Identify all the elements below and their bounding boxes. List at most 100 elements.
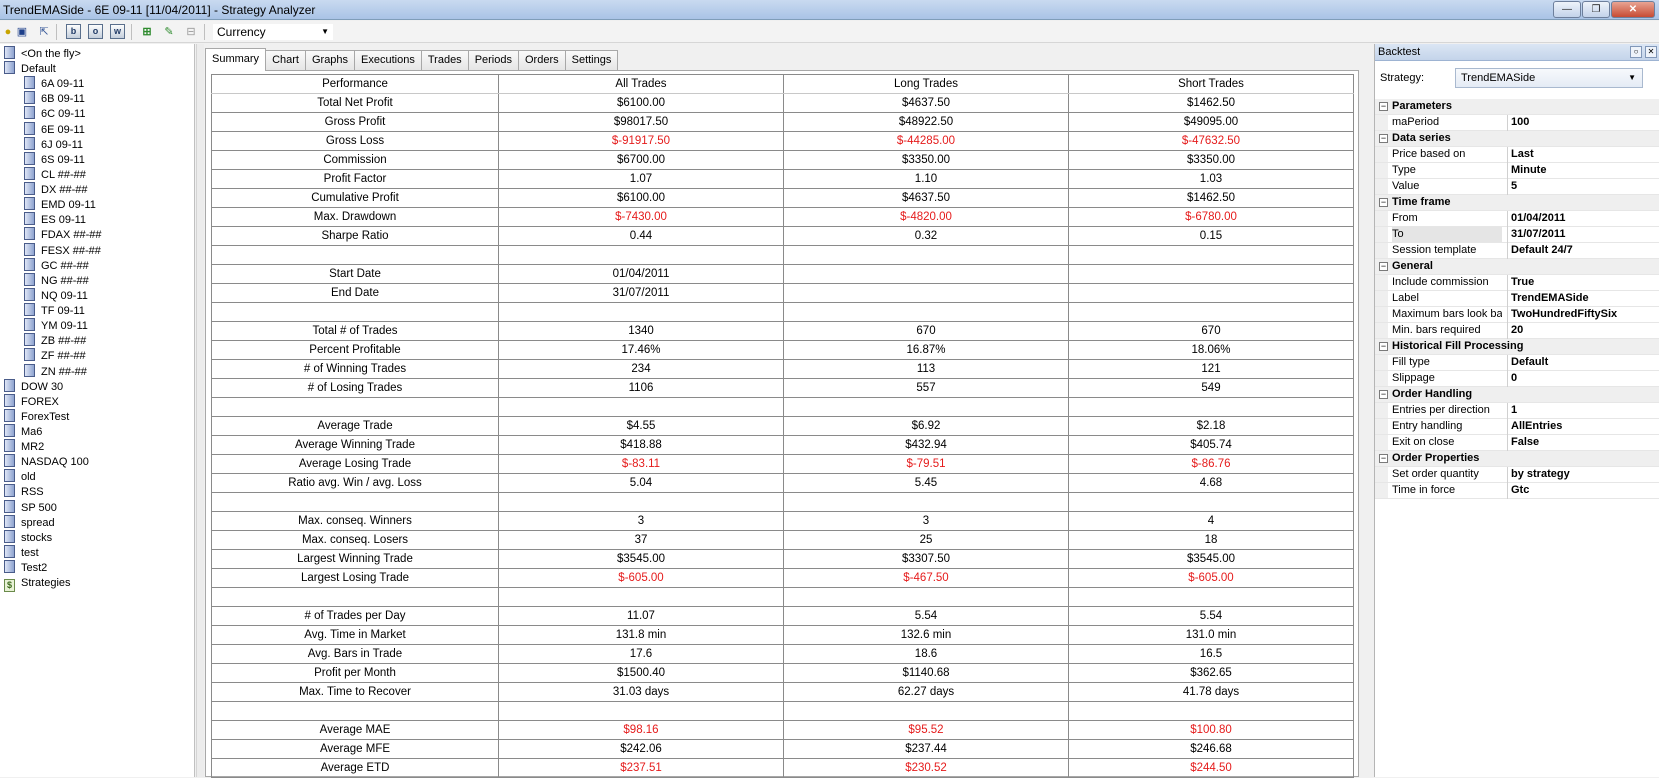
tree-item[interactable]: Ma6 <box>4 424 42 440</box>
property-fill-type[interactable]: Fill type Default <box>1375 355 1659 371</box>
property-value[interactable]: Default <box>1507 355 1657 371</box>
property-value[interactable]: 0 <box>1507 371 1657 387</box>
property-value[interactable]: True <box>1507 275 1657 291</box>
export-icon[interactable]: ⇱ <box>36 24 52 40</box>
tree-item[interactable]: FESX ##-## <box>24 242 101 259</box>
tree-item[interactable]: FDAX ##-## <box>24 227 102 243</box>
property-entry-handling[interactable]: Entry handling AllEntries <box>1375 419 1659 435</box>
property-value[interactable]: False <box>1507 435 1657 451</box>
property-set-order-quantity[interactable]: Set order quantity by strategy <box>1375 467 1659 483</box>
category-historical-fill-processing[interactable]: − Historical Fill Processing <box>1375 339 1659 355</box>
open-button[interactable]: o <box>88 24 103 39</box>
tab-summary[interactable]: Summary <box>205 48 267 71</box>
column-header[interactable]: All Trades <box>498 74 784 94</box>
property-slippage[interactable]: Slippage 0 <box>1375 371 1659 387</box>
minimize-button[interactable]: — <box>1553 1 1581 18</box>
display-unit-select[interactable]: Currency ▼ <box>212 23 334 41</box>
property-value[interactable]: TwoHundredFiftySix <box>1507 307 1657 323</box>
tree-item[interactable]: Default <box>4 61 56 77</box>
tree-item[interactable]: spread <box>4 514 55 531</box>
collapse-icon[interactable]: − <box>1379 102 1388 111</box>
tree-item[interactable]: RSS <box>4 484 44 500</box>
column-header[interactable]: Performance <box>211 74 499 94</box>
tree-item[interactable]: DOW 30 <box>4 378 63 395</box>
property-value[interactable]: by strategy <box>1507 467 1657 483</box>
tree-item[interactable]: DX ##-## <box>24 182 87 198</box>
property-exit-on-close[interactable]: Exit on close False <box>1375 435 1659 451</box>
tab-trades[interactable]: Trades <box>420 50 469 71</box>
property-value[interactable]: Default 24/7 <box>1507 243 1657 259</box>
tree-item[interactable]: old <box>4 469 36 485</box>
bar-button[interactable]: b <box>66 24 81 39</box>
property-value[interactable]: 5 <box>1507 179 1657 195</box>
category-order-handling[interactable]: − Order Handling <box>1375 387 1659 403</box>
tree-item[interactable]: FOREX <box>4 393 59 410</box>
property-label[interactable]: Label TrendEMASide <box>1375 291 1659 307</box>
tab-settings[interactable]: Settings <box>564 50 619 71</box>
tree-item[interactable]: 6E 09-11 <box>24 121 85 138</box>
tree-item[interactable]: $ Strategies <box>4 575 71 593</box>
tree-item[interactable]: stocks <box>4 529 52 546</box>
tree-item[interactable]: 6C 09-11 <box>24 106 85 122</box>
property-value[interactable]: 01/04/2011 <box>1507 211 1657 227</box>
tree-item[interactable]: TF 09-11 <box>24 303 85 319</box>
property-min-bars-required[interactable]: Min. bars required 20 <box>1375 323 1659 339</box>
property-to[interactable]: To 31/07/2011 <box>1375 227 1659 243</box>
property-time-in-force[interactable]: Time in force Gtc <box>1375 483 1659 499</box>
property-value[interactable]: AllEntries <box>1507 419 1657 435</box>
save-icon[interactable]: ▣ <box>14 24 30 40</box>
tree-item[interactable]: ES 09-11 <box>24 212 86 228</box>
tree-item[interactable]: 6B 09-11 <box>24 91 85 107</box>
property-include-commission[interactable]: Include commission True <box>1375 275 1659 291</box>
tree-item[interactable]: <On the fly> <box>4 46 81 62</box>
close-button[interactable]: ✕ <box>1611 1 1655 18</box>
tree-item[interactable]: 6A 09-11 <box>24 76 84 92</box>
property-value[interactable]: 31/07/2011 <box>1507 227 1657 243</box>
property-entries-per-direction[interactable]: Entries per direction 1 <box>1375 403 1659 419</box>
edit-icon[interactable]: ✎ <box>161 24 177 40</box>
tree-item[interactable]: ZF ##-## <box>24 348 86 364</box>
tree-item[interactable]: MR2 <box>4 439 44 455</box>
tree-item[interactable]: ZN ##-## <box>24 363 87 380</box>
column-header[interactable]: Long Trades <box>783 74 1069 94</box>
tree-item[interactable]: 6J 09-11 <box>24 136 83 153</box>
add-icon[interactable]: ⊞ <box>139 24 155 40</box>
property-value[interactable]: Gtc <box>1507 483 1657 499</box>
collapse-icon[interactable]: − <box>1379 134 1388 143</box>
pin-icon[interactable]: ○ <box>1630 46 1642 58</box>
tree-item[interactable]: NASDAQ 100 <box>4 454 89 470</box>
tree-item[interactable]: ForexTest <box>4 408 69 425</box>
tree-item[interactable]: CL ##-## <box>24 166 86 183</box>
strategy-select[interactable]: TrendEMASide ▼ <box>1455 68 1643 88</box>
property-from[interactable]: From 01/04/2011 <box>1375 211 1659 227</box>
property-value[interactable]: 20 <box>1507 323 1657 339</box>
tab-orders[interactable]: Orders <box>517 50 566 71</box>
tree-item[interactable]: 6S 09-11 <box>24 151 85 168</box>
property-value[interactable]: Last <box>1507 147 1657 163</box>
collapse-icon[interactable]: − <box>1379 262 1388 271</box>
property-type[interactable]: Type Minute <box>1375 163 1659 179</box>
category-time-frame[interactable]: − Time frame <box>1375 195 1659 211</box>
property-value[interactable]: Minute <box>1507 163 1657 179</box>
tab-chart[interactable]: Chart <box>265 50 306 71</box>
tab-periods[interactable]: Periods <box>467 50 519 71</box>
tree-item[interactable]: ZB ##-## <box>24 333 86 349</box>
property-value[interactable]: 100 <box>1507 115 1657 131</box>
column-header[interactable]: Short Trades <box>1068 74 1354 94</box>
property-price-based-on[interactable]: Price based on Last <box>1375 147 1659 163</box>
tree-item[interactable]: NG ##-## <box>24 272 89 289</box>
property-value[interactable]: 1 <box>1507 403 1657 419</box>
tree-item[interactable]: NQ 09-11 <box>24 287 88 304</box>
tree-item[interactable]: test <box>4 544 39 561</box>
category-data-series[interactable]: − Data series <box>1375 131 1659 147</box>
close-icon[interactable]: ✕ <box>1645 46 1657 58</box>
maximize-button[interactable]: ❐ <box>1582 1 1610 18</box>
remove-icon[interactable]: ⊟ <box>183 24 199 40</box>
tree-item[interactable]: EMD 09-11 <box>24 197 96 213</box>
property-maperiod[interactable]: maPeriod 100 <box>1375 115 1659 131</box>
tab-executions[interactable]: Executions <box>354 50 422 71</box>
property-value[interactable]: Value 5 <box>1375 179 1659 195</box>
category-general[interactable]: − General <box>1375 259 1659 275</box>
tree-item[interactable]: YM 09-11 <box>24 318 88 334</box>
splitter[interactable] <box>196 44 204 777</box>
